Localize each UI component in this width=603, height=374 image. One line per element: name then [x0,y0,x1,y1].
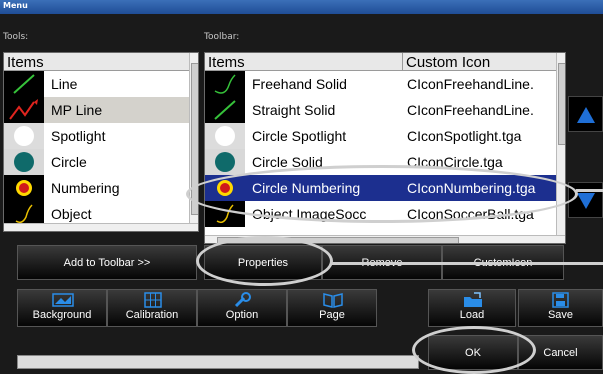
tools-label: Tools: [3,32,29,42]
page-button[interactable]: Page [287,289,377,327]
add-to-toolbar-button[interactable]: Add to Toolbar >> [17,245,197,280]
book-icon [323,293,343,308]
background-icon [52,293,74,307]
move-up-button[interactable] [568,96,603,132]
status-bar [17,355,419,369]
highlight-oval-properties [196,236,333,286]
spotlight-icon [4,123,44,149]
spotlight-icon [205,123,245,149]
toolbar-vertical-scrollbar[interactable] [556,53,565,235]
highlight-oval-ok [412,326,536,374]
background-button[interactable]: Background [17,289,107,327]
tools-list-item[interactable]: Spotlight [4,123,189,149]
line-icon [205,97,245,123]
tools-header-items: Items [4,53,189,71]
tools-list-item[interactable]: Numbering [4,175,189,201]
arrow-up-icon [577,107,595,123]
toolbar-label: Toolbar: [204,32,240,42]
floppy-disk-icon [552,292,569,308]
freehand-icon [205,71,245,97]
mp-line-icon [4,97,44,123]
window-titlebar: Menu [0,0,603,14]
annotation-leader-line [576,189,603,192]
circle-icon [205,149,245,175]
tools-horizontal-scrollbar[interactable] [4,223,198,231]
calibration-grid-icon [144,292,162,308]
wrench-icon [234,292,251,308]
calibration-button[interactable]: Calibration [107,289,197,327]
toolbar-row[interactable]: Circle Spotlight CIconSpotlight.tga [205,123,557,149]
window-title: Menu [3,1,28,10]
tools-list-item-selected[interactable]: MP Line [4,97,189,123]
line-icon [4,71,44,97]
tools-list-item[interactable]: Line [4,71,189,97]
scrollbar-thumb[interactable] [558,63,565,145]
tools-list-item[interactable]: Circle [4,149,189,175]
tools-list[interactable]: Items Line MP Line Spotlight Circle Numb… [3,52,199,232]
load-folder-icon [464,292,482,307]
annotation-leader-line [331,262,603,265]
toolbar-row[interactable]: Straight Solid CIconFreehandLine. [205,97,557,123]
toolbar-header-items: Items [205,53,403,71]
highlight-oval-toolbar-row [186,165,578,223]
save-button[interactable]: Save [518,289,603,327]
load-button[interactable]: Load [428,289,516,327]
circle-icon [4,149,44,175]
toolbar-row[interactable]: Freehand Solid CIconFreehandLine. [205,71,557,97]
numbering-icon [4,175,44,201]
toolbar-header-custom-icon: Custom Icon [403,53,556,71]
option-button[interactable]: Option [197,289,287,327]
